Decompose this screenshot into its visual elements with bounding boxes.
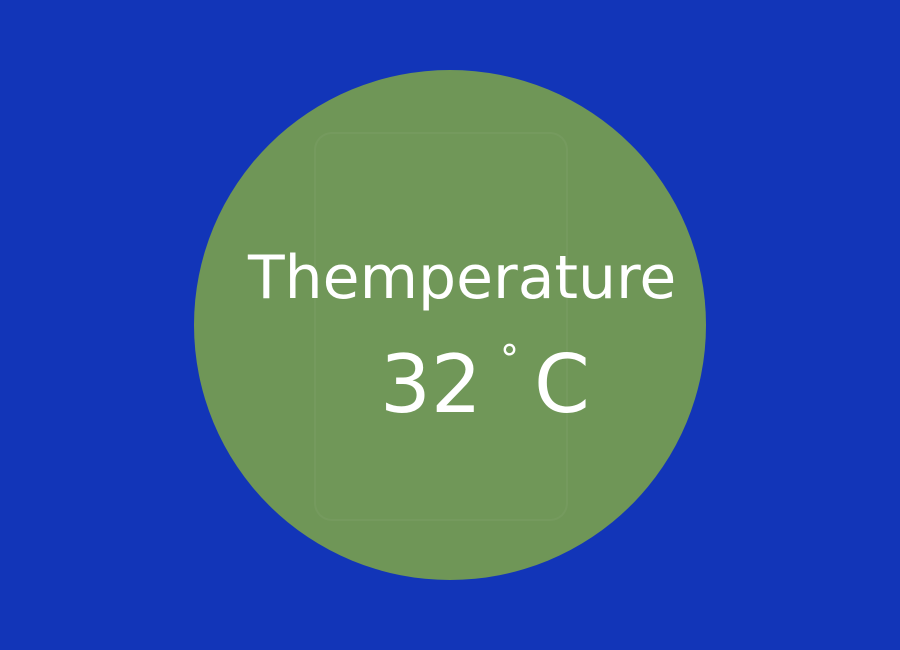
- temperature-screen: Themperature 32 ° C: [0, 0, 900, 650]
- faint-inner-panel: [314, 132, 568, 521]
- degree-symbol: °: [500, 337, 519, 381]
- temperature-value: 32: [380, 338, 482, 431]
- temperature-unit: C: [534, 338, 590, 431]
- temperature-reading: 32 ° C: [380, 337, 640, 431]
- temperature-label: Themperature: [248, 243, 677, 313]
- temperature-circle: Themperature 32 ° C: [194, 70, 706, 580]
